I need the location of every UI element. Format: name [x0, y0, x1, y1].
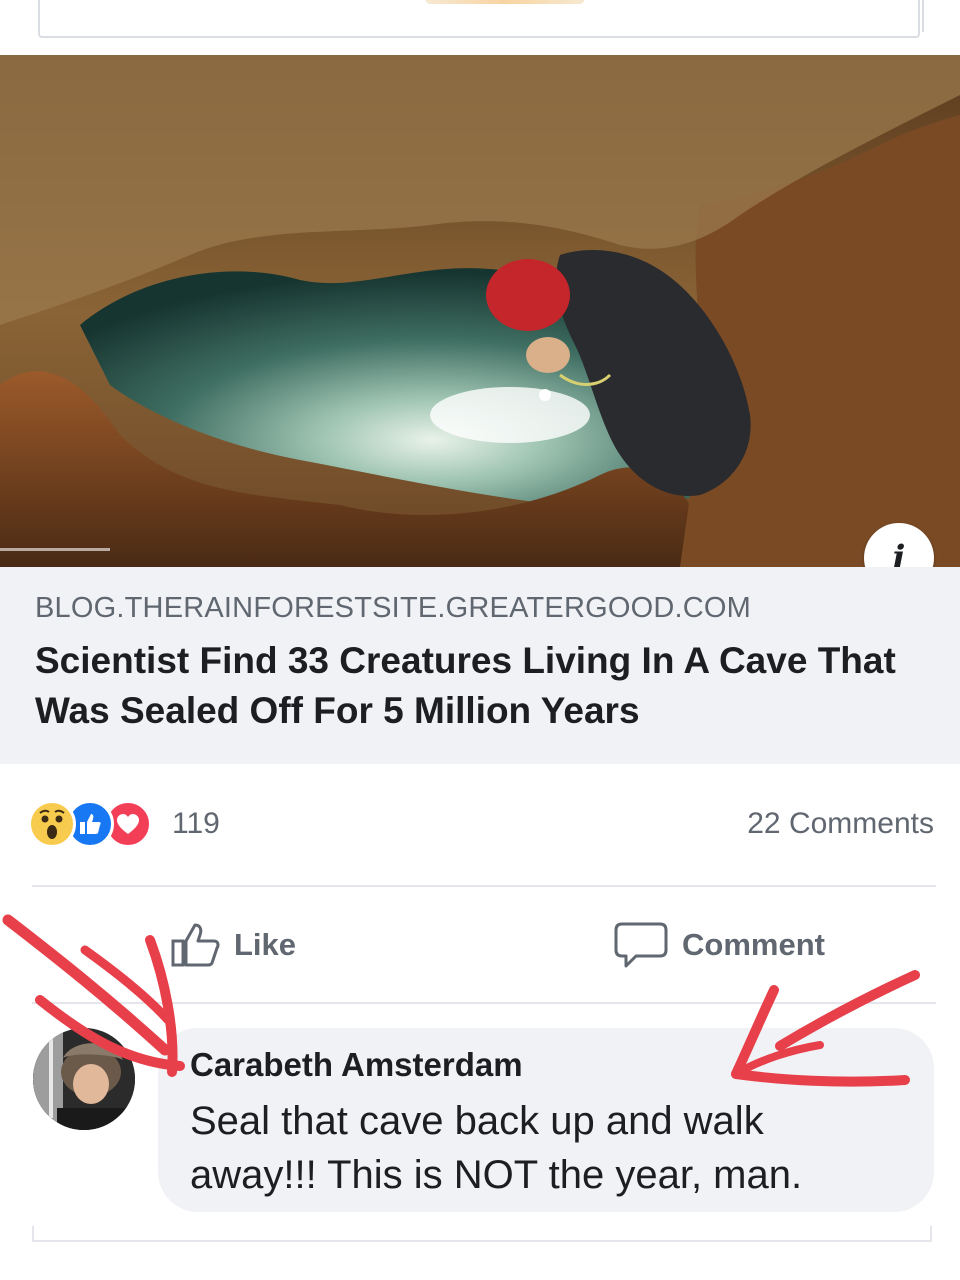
link-headline[interactable]: Scientist Find 33 Creatures Living In A …: [35, 636, 925, 736]
previous-card-edge: [38, 0, 920, 38]
previous-card-peek: [425, 0, 585, 4]
previous-card-border: [922, 0, 924, 32]
wow-reaction-icon: [28, 800, 76, 848]
comment-author[interactable]: Carabeth Amsterdam: [190, 1046, 523, 1084]
actions-divider: [32, 1002, 936, 1004]
like-button[interactable]: Like: [170, 918, 296, 972]
comment-count[interactable]: 22 Comments: [747, 807, 934, 841]
cave-photo: [0, 55, 960, 567]
link-preview-image[interactable]: [0, 55, 960, 567]
post-card-bottom-edge: [32, 1226, 932, 1242]
comment-button[interactable]: Comment: [612, 918, 825, 972]
avatar[interactable]: [33, 1028, 135, 1130]
profile-photo: [33, 1028, 135, 1130]
like-label: Like: [234, 927, 297, 962]
comment-text: Seal that cave back up and walk away!!! …: [190, 1099, 803, 1197]
thumbs-up-icon: [171, 923, 220, 967]
stats-divider: [32, 885, 936, 887]
comment-label: Comment: [682, 927, 825, 962]
reaction-count[interactable]: 119: [172, 807, 220, 841]
link-domain: BLOG.THERAINFORESTSITE.GREATERGOOD.COM: [35, 592, 752, 624]
comment-bubble-icon: [614, 922, 668, 968]
